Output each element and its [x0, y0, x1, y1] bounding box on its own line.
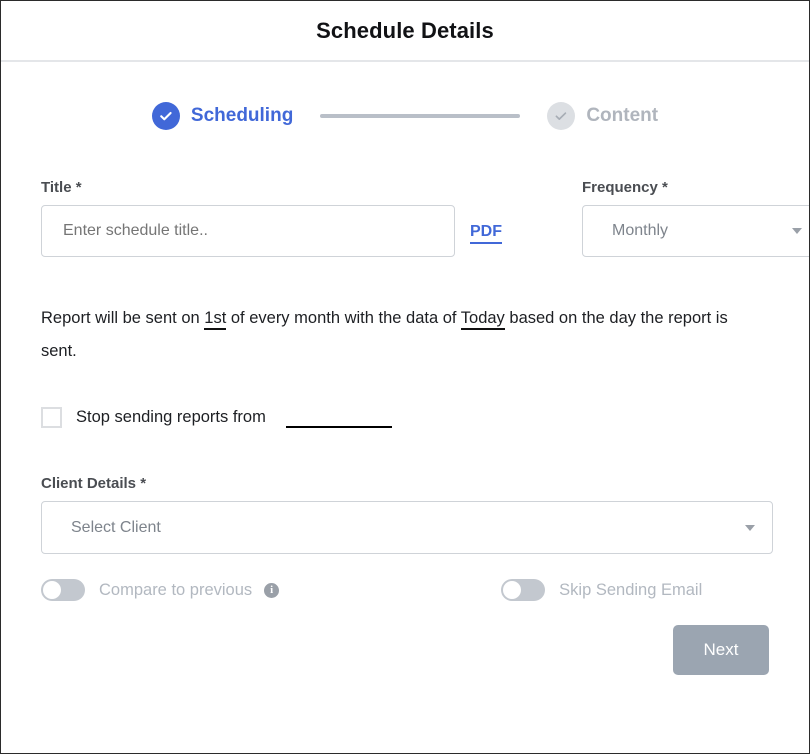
skip-sending-email-label: Skip Sending Email [559, 580, 703, 599]
stop-sending-row: Stop sending reports from [41, 407, 769, 428]
description-part-1: Report will be sent on [41, 309, 205, 327]
description-data-range-value[interactable]: Today [460, 309, 505, 330]
compare-to-previous-label: Compare to previous [99, 580, 253, 599]
client-select[interactable]: Select Client [41, 501, 773, 554]
frequency-label: Frequency * [582, 179, 668, 196]
schedule-details-dialog: Schedule Details Scheduling Content Titl… [0, 0, 810, 754]
frequency-field-group: Frequency * Monthly [582, 179, 809, 257]
stepper-step-scheduling[interactable]: Scheduling [151, 102, 294, 130]
toggle-knob [503, 581, 522, 599]
options-toggle-row: Compare to previous i Skip Sending Email [41, 579, 769, 601]
schedule-description: Report will be sent on 1st of every mont… [41, 302, 763, 368]
skip-sending-email-item: Skip Sending Email [501, 579, 702, 601]
stop-sending-date-input[interactable] [285, 408, 392, 428]
chevron-down-icon [792, 228, 802, 234]
frequency-select[interactable]: Monthly [582, 205, 809, 257]
stop-sending-checkbox[interactable] [41, 407, 62, 428]
toggle-knob [43, 581, 61, 599]
client-selected-value: Select Client [71, 518, 161, 536]
title-label: Title * [41, 179, 82, 196]
schedule-title-input[interactable] [41, 205, 455, 257]
skip-sending-email-toggle[interactable] [501, 579, 546, 601]
dialog-footer: Next [41, 625, 769, 675]
form-body: Title * PDF Frequency * Monthly Report w… [1, 179, 809, 675]
description-part-2: of every month with the data of [226, 309, 461, 327]
stepper-connector [320, 114, 521, 118]
check-circle-icon [547, 102, 576, 130]
stepper-label-content: Content [586, 105, 659, 126]
next-button[interactable]: Next [673, 625, 769, 675]
chevron-down-icon [745, 524, 755, 531]
client-details-label: Client Details * [41, 475, 147, 492]
stop-sending-label: Stop sending reports from [76, 408, 266, 426]
stepper-step-content[interactable]: Content [547, 102, 658, 130]
description-day-value[interactable]: 1st [204, 309, 227, 330]
info-icon[interactable]: i [264, 582, 280, 598]
client-details-group: Client Details * Select Client [41, 475, 773, 554]
compare-to-previous-toggle[interactable] [41, 579, 85, 601]
page-title: Schedule Details [316, 17, 494, 43]
title-field-group: Title * [41, 179, 455, 257]
pdf-format-link[interactable]: PDF [470, 224, 502, 244]
check-circle-icon [151, 102, 180, 130]
title-frequency-row: Title * PDF Frequency * Monthly [41, 179, 809, 257]
stepper-label-scheduling: Scheduling [190, 105, 294, 126]
progress-stepper: Scheduling Content [1, 62, 809, 130]
frequency-selected-value: Monthly [612, 222, 669, 239]
compare-to-previous-item: Compare to previous i [41, 579, 280, 601]
dialog-header: Schedule Details [1, 1, 809, 62]
